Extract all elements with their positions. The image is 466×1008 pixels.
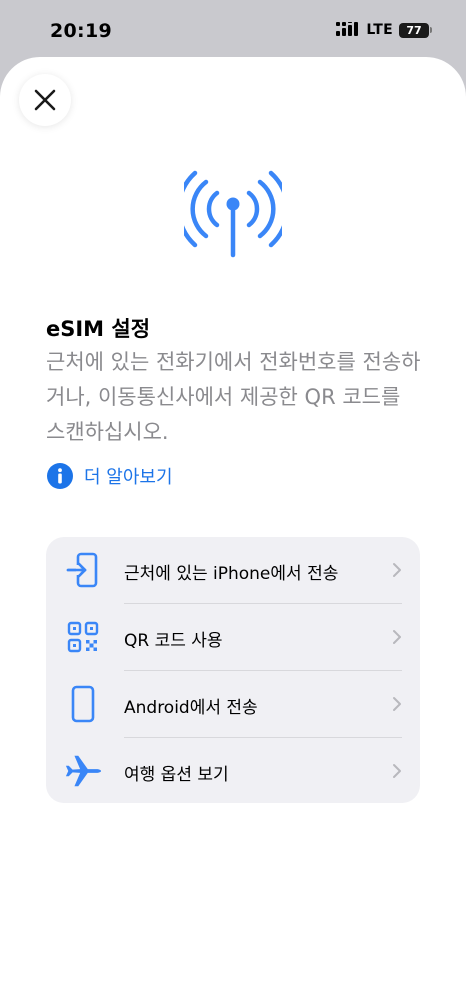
chevron-right-icon bbox=[393, 630, 401, 644]
chevron-right-icon bbox=[393, 764, 401, 778]
android-phone-icon bbox=[64, 685, 102, 723]
status-bar: 20:19 LTE 77 bbox=[0, 0, 466, 58]
transfer-options-list: 근처에 있는 iPhone에서 전송 QR 코드 사용 Android에서 전송… bbox=[46, 537, 420, 803]
option-label: QR 코드 사용 bbox=[124, 631, 223, 651]
battery-level: 77 bbox=[399, 22, 429, 38]
option-label: 근처에 있는 iPhone에서 전송 bbox=[124, 564, 339, 584]
page-description: 근처에 있는 전화기에서 전화번호를 전송하거나, 이동통신사에서 제공한 QR… bbox=[46, 350, 421, 444]
chevron-right-icon bbox=[393, 697, 401, 711]
option-use-qr-code[interactable]: QR 코드 사용 bbox=[46, 604, 420, 671]
learn-more-label: 더 알아보기 bbox=[84, 467, 173, 488]
battery-percent: 77 bbox=[406, 23, 422, 37]
battery-cap bbox=[430, 27, 432, 33]
battery-icon: 77 bbox=[399, 22, 432, 38]
qr-code-icon bbox=[64, 618, 102, 656]
status-time: 20:19 bbox=[50, 20, 112, 42]
option-transfer-from-android[interactable]: Android에서 전송 bbox=[46, 671, 420, 738]
option-label: Android에서 전송 bbox=[124, 698, 258, 718]
airplane-icon bbox=[64, 752, 102, 790]
close-button[interactable] bbox=[19, 74, 71, 126]
transfer-in-icon bbox=[64, 551, 102, 589]
chevron-right-icon bbox=[393, 563, 401, 577]
info-icon bbox=[47, 463, 73, 489]
option-label: 여행 옵션 보기 bbox=[124, 765, 229, 785]
close-icon bbox=[34, 89, 56, 111]
learn-more-link[interactable]: 더 알아보기 bbox=[46, 462, 173, 490]
signal-icon bbox=[336, 22, 359, 36]
network-type: LTE bbox=[366, 22, 393, 38]
page-title: eSIM 설정 bbox=[46, 317, 151, 341]
status-indicators: LTE 77 bbox=[336, 22, 432, 38]
option-view-travel-options[interactable]: 여행 옵션 보기 bbox=[46, 738, 420, 805]
option-transfer-from-iphone[interactable]: 근처에 있는 iPhone에서 전송 bbox=[46, 537, 420, 604]
esim-setup-sheet: eSIM 설정 근처에 있는 전화기에서 전화번호를 전송하거나, 이동통신사에… bbox=[0, 57, 466, 1008]
antenna-icon bbox=[184, 170, 282, 258]
